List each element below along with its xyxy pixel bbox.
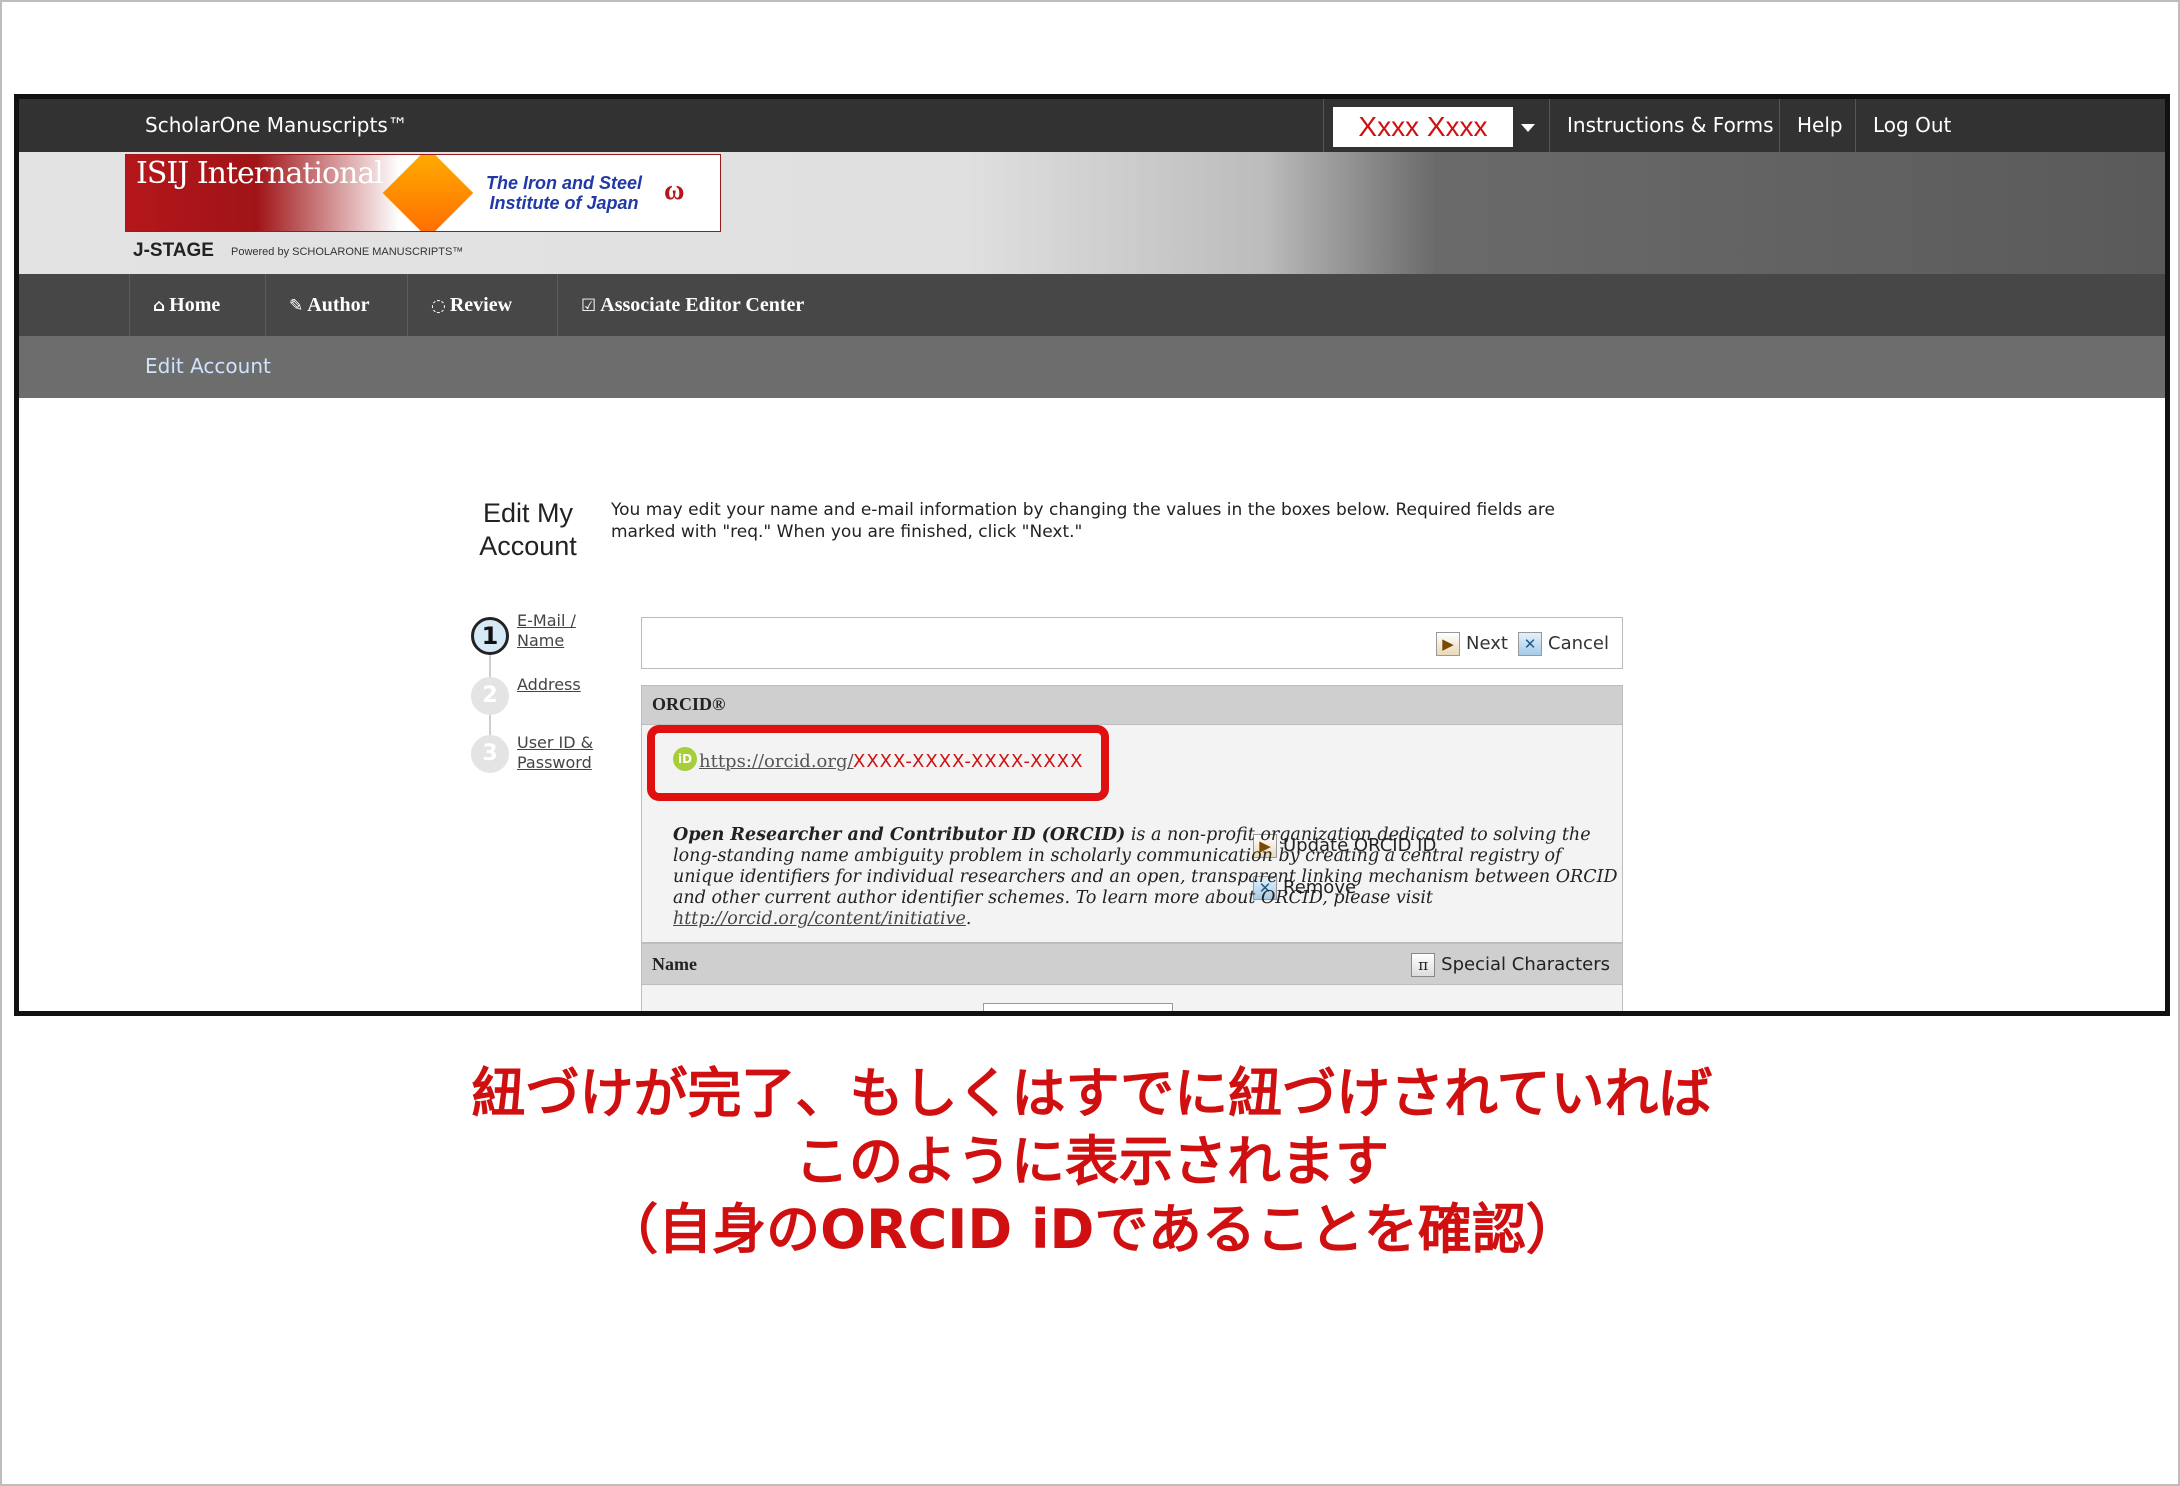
pi-icon: π	[1411, 953, 1436, 977]
action-bar: ▶ Next ✕ Cancel	[641, 617, 1623, 669]
nav-author[interactable]: ✎ Author	[267, 274, 391, 336]
logo-diamond-shape	[382, 155, 474, 231]
orcid-description: Open Researcher and Contributor ID (ORCI…	[673, 825, 1621, 930]
nav-separator	[557, 274, 558, 336]
name-header-label: Name	[652, 954, 697, 974]
step-connector	[489, 715, 491, 737]
home-icon: ⌂	[153, 296, 166, 316]
top-separator	[1323, 99, 1324, 152]
nav-home[interactable]: ⌂ Home	[131, 274, 242, 336]
step-1-link[interactable]: E-Mail / Name	[517, 611, 587, 651]
logo-org-name: The Iron and Steel Institute of Japan	[485, 173, 643, 213]
journal-logo[interactable]: ISIJ International The Iron and Steel In…	[125, 154, 721, 232]
step-1-indicator: 1	[471, 617, 509, 655]
top-separator	[1779, 99, 1780, 152]
speech-bubble-icon: ◌	[431, 296, 446, 316]
caption-line-1: 紐づけが完了、もしくはすでに紐づけされていれば	[471, 1062, 1713, 1125]
edit-account-link[interactable]: Edit Account	[145, 354, 271, 378]
name-section-header: Name π Special Characters	[641, 943, 1623, 985]
special-characters-label: Special Characters	[1441, 954, 1610, 975]
next-button[interactable]: ▶ Next	[1436, 632, 1508, 656]
slide-frame: ScholarOne Manuscripts™ Xxxx Xxxx Instru…	[0, 0, 2180, 1486]
top-separator	[1549, 99, 1550, 152]
screenshot-window: ScholarOne Manuscripts™ Xxxx Xxxx Instru…	[14, 94, 2170, 1016]
instructions-forms-link[interactable]: Instructions & Forms	[1567, 113, 1774, 137]
nav-associate-editor-center[interactable]: ☑ Associate Editor Center	[559, 274, 826, 336]
sub-nav: Edit Account	[19, 336, 2165, 398]
logo-wordmark: ISIJ International	[136, 156, 384, 191]
top-separator	[1855, 99, 1856, 152]
nav-author-label: Author	[307, 294, 370, 316]
checkbox-icon: ☑	[581, 296, 597, 316]
close-icon: ✕	[1518, 632, 1542, 656]
intro-text: You may edit your name and e-mail inform…	[611, 500, 1555, 542]
next-arrow-icon: ▶	[1436, 632, 1460, 656]
top-bar: ScholarOne Manuscripts™ Xxxx Xxxx Instru…	[19, 99, 2165, 152]
cancel-label: Cancel	[1548, 633, 1609, 654]
name-input[interactable]	[983, 1003, 1173, 1011]
powered-by-text: Powered by SCHOLARONE MANUSCRIPTS™	[231, 246, 464, 258]
cancel-button[interactable]: ✕ Cancel	[1518, 632, 1609, 656]
logout-link[interactable]: Log Out	[1873, 113, 1951, 137]
journal-banner: ISIJ International The Iron and Steel In…	[19, 152, 2165, 274]
step-2-indicator: 2	[471, 677, 509, 715]
pencil-icon: ✎	[289, 296, 304, 316]
chevron-down-icon	[1521, 124, 1535, 132]
main-nav: ⌂ Home ✎ Author ◌ Review ☑ Associate Editor …	[19, 274, 2165, 336]
user-menu-dropdown[interactable]	[1513, 107, 1541, 147]
caption-line-2: このように表示されます	[795, 1130, 1389, 1193]
orcid-section-header: ORCID®	[641, 685, 1623, 725]
orcid-highlight-annotation	[647, 725, 1109, 801]
orcid-desc-bold: Open Researcher and Contributor ID (ORCI…	[673, 825, 1126, 845]
orcid-initiative-link[interactable]: http://orcid.org/content/initiative	[673, 909, 966, 929]
step-2-link[interactable]: Address	[517, 675, 581, 695]
nav-associate-editor-label: Associate Editor Center	[600, 294, 805, 316]
special-characters-button[interactable]: π Special Characters	[1411, 952, 1610, 978]
orcid-desc-end: .	[965, 909, 972, 929]
jstage-logo: J-STAGE	[133, 240, 214, 261]
orcid-header-label: ORCID®	[652, 694, 726, 714]
nav-home-label: Home	[169, 294, 221, 316]
step-3-link[interactable]: User ID & Password	[517, 733, 607, 773]
caption-line-3: （自身のORCID iDであることを確認）	[604, 1198, 1580, 1261]
next-label: Next	[1466, 633, 1508, 654]
isij-mark-icon: ω	[664, 175, 685, 206]
app-name: ScholarOne Manuscripts™	[145, 113, 408, 137]
page-title: Edit My Account	[479, 498, 577, 561]
help-link[interactable]: Help	[1797, 113, 1843, 137]
user-menu[interactable]: Xxxx Xxxx	[1333, 107, 1513, 147]
nav-separator	[129, 274, 130, 336]
nav-separator	[407, 274, 408, 336]
name-section-body	[641, 985, 1623, 1011]
step-connector	[489, 655, 491, 679]
step-3-indicator: 3	[471, 735, 509, 773]
nav-review-label: Review	[449, 294, 513, 316]
nav-separator	[265, 274, 266, 336]
nav-review[interactable]: ◌ Review	[409, 274, 534, 336]
